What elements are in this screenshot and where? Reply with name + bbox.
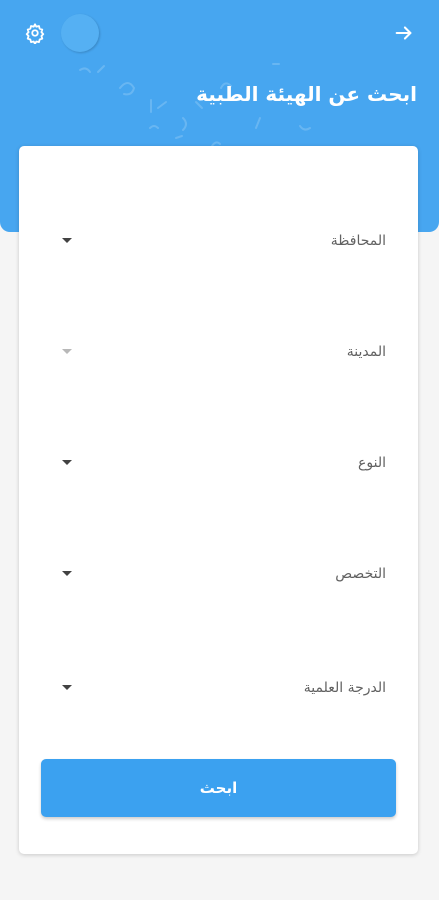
header-circle xyxy=(61,14,99,52)
page-title: ابحث عن الهيئة الطبية xyxy=(196,82,417,106)
city-label: المدينة xyxy=(346,344,386,360)
city-dropdown[interactable]: المدينة xyxy=(40,340,386,364)
academic-degree-label: الدرجة العلمية xyxy=(303,680,386,696)
chevron-down-icon xyxy=(62,349,72,354)
specialty-dropdown[interactable]: التخصص xyxy=(40,562,386,586)
back-button[interactable] xyxy=(389,18,419,48)
governorate-dropdown[interactable]: المحافظة xyxy=(40,229,386,253)
chevron-down-icon xyxy=(62,685,72,690)
chevron-down-icon xyxy=(62,571,72,576)
search-button[interactable]: ابحث xyxy=(41,759,396,817)
type-label: النوع xyxy=(358,455,386,471)
type-dropdown[interactable]: النوع xyxy=(40,451,386,475)
chevron-down-icon xyxy=(62,460,72,465)
settings-button[interactable] xyxy=(20,18,50,48)
arrow-right-icon xyxy=(395,26,412,40)
academic-degree-dropdown[interactable]: الدرجة العلمية xyxy=(40,676,386,700)
chevron-down-icon xyxy=(62,238,72,243)
gear-icon xyxy=(25,23,45,44)
governorate-label: المحافظة xyxy=(330,233,386,249)
specialty-label: التخصص xyxy=(335,566,386,582)
